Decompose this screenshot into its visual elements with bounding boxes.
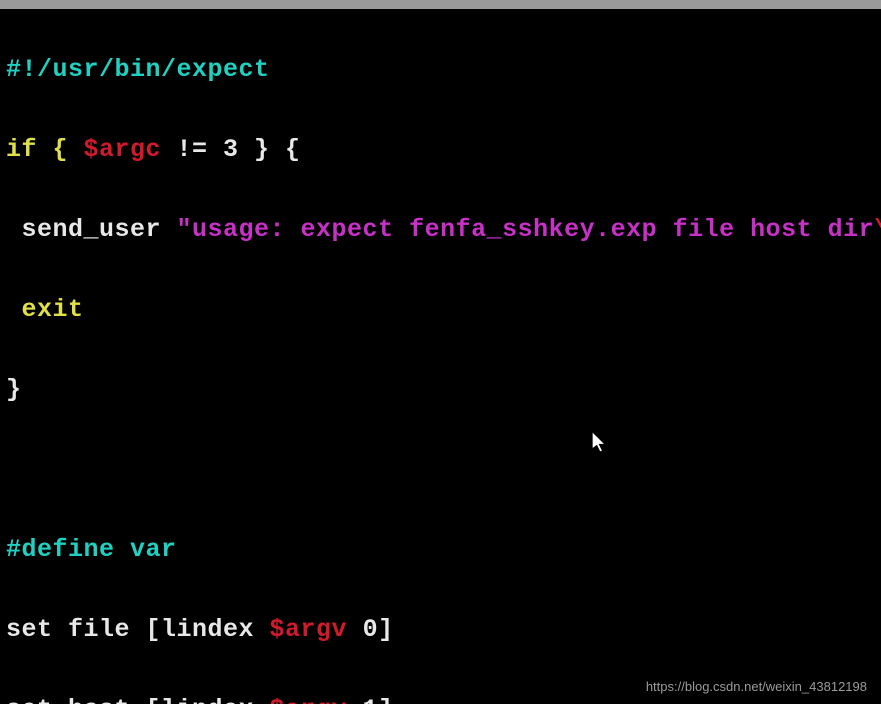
operator: != 3 } { xyxy=(161,135,301,164)
code-line xyxy=(6,450,876,490)
set-cmd: set host [lindex xyxy=(6,695,270,704)
keyword-exit: exit xyxy=(6,295,84,324)
keyword-if: if { xyxy=(6,135,84,164)
set-cmd: set file [lindex xyxy=(6,615,270,644)
watermark-text: https://blog.csdn.net/weixin_43812198 xyxy=(646,679,867,694)
brace: } xyxy=(6,375,22,404)
shebang: #!/usr/bin/expect xyxy=(6,55,270,84)
code-line: send_user "usage: expect fenfa_sshkey.ex… xyxy=(6,210,876,250)
code-line: } xyxy=(6,370,876,410)
variable: $argv xyxy=(270,695,348,704)
code-line: #define var xyxy=(6,530,876,570)
comment: #define var xyxy=(6,535,177,564)
code-line: #!/usr/bin/expect xyxy=(6,50,876,90)
command: send_user xyxy=(6,215,177,244)
window-top-bar xyxy=(0,0,881,9)
blank xyxy=(6,455,22,484)
code-line: set file [lindex $argv 0] xyxy=(6,610,876,650)
code-line: if { $argc != 3 } { xyxy=(6,130,876,170)
index: 1] xyxy=(347,695,394,704)
escape: \n xyxy=(874,215,881,244)
string: "usage: expect fenfa_sshkey.exp file hos… xyxy=(177,215,875,244)
variable: $argc xyxy=(84,135,162,164)
variable: $argv xyxy=(270,615,348,644)
code-line: exit xyxy=(6,290,876,330)
terminal-content: #!/usr/bin/expect if { $argc != 3 } { se… xyxy=(6,10,876,704)
index: 0] xyxy=(347,615,394,644)
